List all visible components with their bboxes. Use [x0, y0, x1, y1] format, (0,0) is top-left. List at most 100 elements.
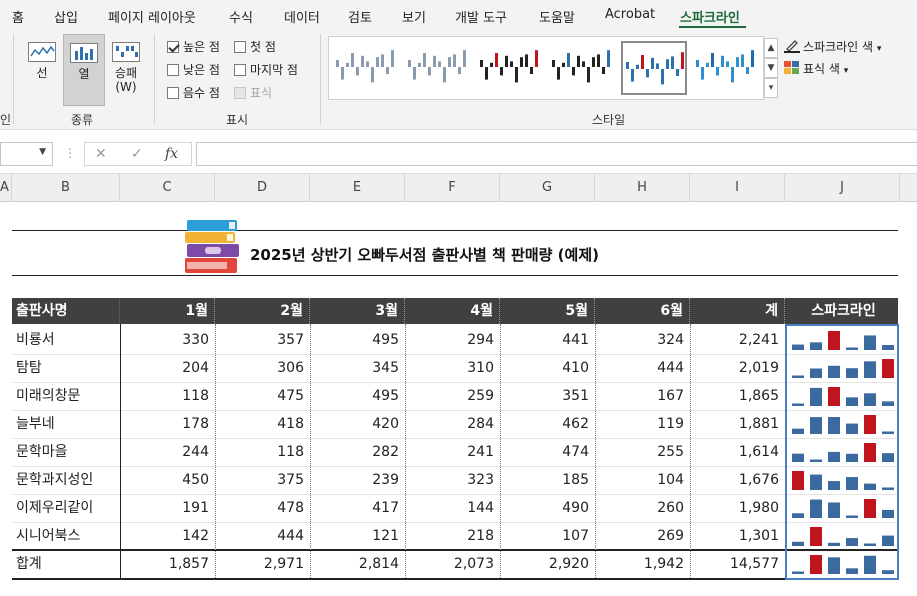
gallery-more-button[interactable]: ▾: [764, 78, 778, 98]
publisher-name[interactable]: 이제우리같이: [12, 494, 120, 522]
total-cell[interactable]: 1,865: [690, 382, 785, 410]
column-header-E[interactable]: E: [310, 174, 405, 202]
total-cell[interactable]: 2,241: [690, 326, 785, 354]
month-cell[interactable]: 218: [405, 522, 500, 550]
total-cell[interactable]: 1,980: [690, 494, 785, 522]
month-cell[interactable]: 119: [595, 410, 690, 438]
formula-input[interactable]: [196, 142, 917, 166]
column-header-A[interactable]: A: [0, 174, 12, 202]
tab-10[interactable]: 스파크라인: [680, 7, 740, 26]
publisher-name[interactable]: 문학마을: [12, 438, 120, 466]
month-cell[interactable]: 420: [310, 410, 405, 438]
publisher-name[interactable]: 늘부네: [12, 410, 120, 438]
month-cell[interactable]: 167: [595, 382, 690, 410]
month-cell[interactable]: 1,857: [120, 550, 215, 578]
month-cell[interactable]: 282: [310, 438, 405, 466]
month-cell[interactable]: 2,073: [405, 550, 500, 578]
sparkline-cell[interactable]: [787, 382, 898, 410]
tab-7[interactable]: 개발 도구: [455, 7, 507, 26]
month-cell[interactable]: 191: [120, 494, 215, 522]
sparkline-type-column-button[interactable]: 열: [63, 34, 105, 106]
month-cell[interactable]: 345: [310, 354, 405, 382]
month-cell[interactable]: 450: [120, 466, 215, 494]
publisher-name[interactable]: 시니어북스: [12, 522, 120, 550]
total-cell[interactable]: 1,676: [690, 466, 785, 494]
tab-8[interactable]: 도움말: [539, 7, 575, 26]
tab-9[interactable]: Acrobat: [605, 7, 655, 22]
column-header-B[interactable]: B: [12, 174, 120, 202]
month-cell[interactable]: 495: [310, 326, 405, 354]
month-cell[interactable]: 260: [595, 494, 690, 522]
tab-3[interactable]: 수식: [229, 7, 253, 26]
month-cell[interactable]: 142: [120, 522, 215, 550]
publisher-name[interactable]: 탐탐: [12, 354, 120, 382]
marker-color-button[interactable]: 표식 색 ▾: [784, 60, 848, 77]
month-cell[interactable]: 178: [120, 410, 215, 438]
publisher-name[interactable]: 미래의창문: [12, 382, 120, 410]
gallery-scroll-down-button[interactable]: ▼: [764, 58, 778, 78]
name-box[interactable]: ▼: [0, 142, 53, 166]
checkbox-last-point[interactable]: 마지막 점: [234, 61, 298, 79]
month-cell[interactable]: 375: [215, 466, 310, 494]
sparkline-cell[interactable]: [787, 438, 898, 466]
month-cell[interactable]: 462: [500, 410, 595, 438]
month-cell[interactable]: 104: [595, 466, 690, 494]
total-cell[interactable]: 2,019: [690, 354, 785, 382]
checkbox-negative-point[interactable]: 음수 점: [167, 84, 220, 102]
tab-4[interactable]: 데이터: [284, 7, 320, 26]
column-header-I[interactable]: I: [690, 174, 785, 202]
chevron-down-icon[interactable]: ▼: [39, 147, 46, 157]
month-cell[interactable]: 144: [405, 494, 500, 522]
sparkline-cell[interactable]: [787, 522, 898, 550]
sparkline-cell[interactable]: [787, 494, 898, 522]
month-cell[interactable]: 284: [405, 410, 500, 438]
month-cell[interactable]: 118: [215, 438, 310, 466]
month-cell[interactable]: 2,971: [215, 550, 310, 578]
month-cell[interactable]: 474: [500, 438, 595, 466]
month-cell[interactable]: 244: [120, 438, 215, 466]
month-cell[interactable]: 495: [310, 382, 405, 410]
total-cell[interactable]: 14,577: [690, 550, 785, 578]
sparkline-cell[interactable]: [787, 410, 898, 438]
checkbox-first-point[interactable]: 첫 점: [234, 38, 276, 56]
tab-2[interactable]: 페이지 레이아웃: [108, 7, 196, 26]
sparkline-type-winloss-button[interactable]: 승패 (W): [105, 34, 147, 106]
sparkline-style-5[interactable]: [621, 41, 687, 95]
publisher-name[interactable]: 문학과지성인: [12, 466, 120, 494]
month-cell[interactable]: 2,920: [500, 550, 595, 578]
enter-icon[interactable]: ✓: [131, 146, 143, 162]
month-cell[interactable]: 475: [215, 382, 310, 410]
checkbox-low-point-box[interactable]: [167, 64, 179, 76]
sparkline-type-line-button[interactable]: 선: [21, 34, 63, 106]
month-cell[interactable]: 118: [120, 382, 215, 410]
tab-5[interactable]: 검토: [348, 7, 372, 26]
month-cell[interactable]: 444: [215, 522, 310, 550]
sparkline-cell[interactable]: [787, 550, 898, 578]
month-cell[interactable]: 204: [120, 354, 215, 382]
month-cell[interactable]: 418: [215, 410, 310, 438]
month-cell[interactable]: 330: [120, 326, 215, 354]
tab-0[interactable]: 홈: [12, 7, 24, 26]
month-cell[interactable]: 241: [405, 438, 500, 466]
month-cell[interactable]: 185: [500, 466, 595, 494]
month-cell[interactable]: 294: [405, 326, 500, 354]
sparkline-color-button[interactable]: 스파크라인 색 ▾: [784, 38, 881, 55]
publisher-name[interactable]: 합계: [12, 550, 120, 578]
month-cell[interactable]: 269: [595, 522, 690, 550]
month-cell[interactable]: 239: [310, 466, 405, 494]
sparkline-style-1[interactable]: [333, 41, 399, 95]
month-cell[interactable]: 323: [405, 466, 500, 494]
month-cell[interactable]: 410: [500, 354, 595, 382]
sparkline-style-4[interactable]: [549, 41, 615, 95]
total-cell[interactable]: 1,881: [690, 410, 785, 438]
checkbox-last-point-box[interactable]: [234, 64, 246, 76]
insert-function-icon[interactable]: fx: [165, 146, 178, 162]
tab-6[interactable]: 보기: [402, 7, 426, 26]
month-cell[interactable]: 121: [310, 522, 405, 550]
month-cell[interactable]: 306: [215, 354, 310, 382]
column-header-J[interactable]: J: [785, 174, 900, 202]
publisher-name[interactable]: 비룡서: [12, 326, 120, 354]
checkbox-first-point-box[interactable]: [234, 41, 246, 53]
cancel-icon[interactable]: ✕: [95, 146, 107, 162]
sparkline-style-2[interactable]: [405, 41, 471, 95]
